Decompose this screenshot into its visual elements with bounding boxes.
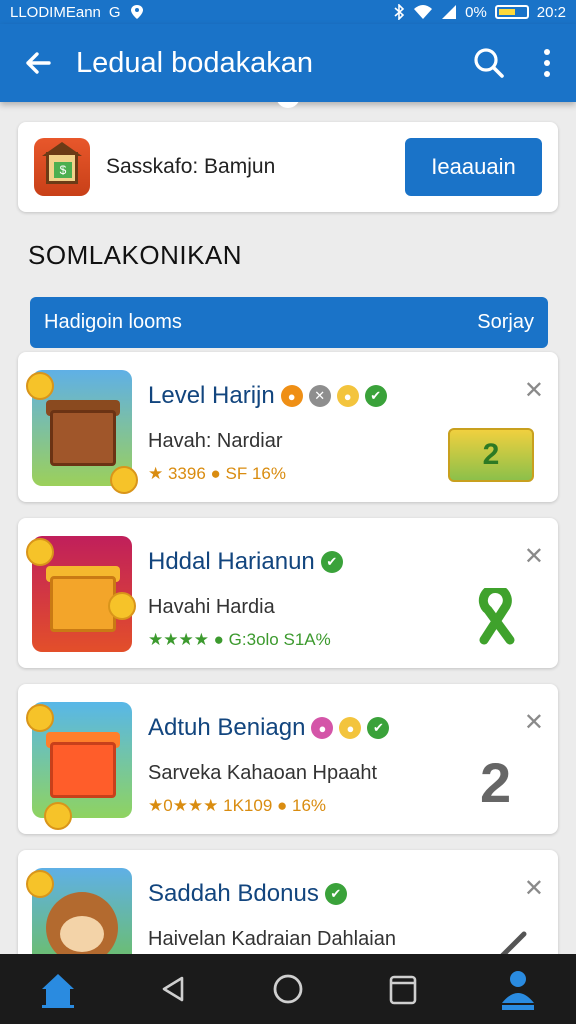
list-card[interactable]: Saddah Bdonus ✔ Haivelan Kadraian Dahlai… [18, 850, 558, 954]
location-icon [130, 5, 143, 19]
reward-ticket-icon: 2 [448, 428, 534, 482]
card-title-row: Saddah Bdonus ✔ [148, 880, 347, 908]
arrow-left-icon [26, 52, 51, 74]
close-icon[interactable]: ✕ [524, 874, 544, 903]
card-subtitle: Havah: Nardiar [148, 430, 283, 452]
list-card[interactable]: Hddal Harianun ✔ Havahi Hardia ★★★★ ● G:… [18, 518, 558, 668]
promo-label: Sasskafo: Bamjun [106, 155, 276, 178]
more-vert-icon [544, 49, 550, 77]
content-area[interactable]: $ Sasskafo: Bamjun Ieaauain SOMLAKONIKAN… [0, 102, 576, 954]
card-title: Level Harijn [148, 382, 275, 409]
profile-icon [502, 971, 535, 1010]
back-triangle-icon [162, 976, 184, 1002]
bottom-nav [0, 954, 576, 1024]
gift-box-icon [26, 536, 136, 652]
gold-badge-icon: ● [336, 385, 359, 407]
card-stats: ★★★★ ● G:3olo S1A% [148, 630, 331, 649]
filter-bar[interactable]: Hadigoin looms Sorjay [30, 297, 548, 348]
home-icon [41, 974, 74, 1008]
nav-back[interactable] [143, 959, 203, 1019]
gear-badge-icon: ✕ [308, 385, 331, 407]
coin-badge-icon: ● [280, 385, 303, 407]
card-subtitle: Sarveka Kahaoan Hpaaht [148, 762, 378, 784]
card-stats: ★ 3396 ● SF 16% [148, 464, 286, 483]
carrier-text: LLODIMEann [10, 3, 101, 21]
nav-home[interactable] [28, 959, 88, 1019]
list-card[interactable]: Adtuh Beniagn ● ● ✔ Sarveka Kahaoan Hpaa… [18, 684, 558, 834]
card-subtitle: Havahi Hardia [148, 596, 275, 618]
nav-recents[interactable] [373, 959, 433, 1019]
close-icon[interactable]: ✕ [524, 376, 544, 405]
gift-box-icon [26, 702, 132, 830]
recents-icon [389, 975, 417, 1005]
card-title-row: Adtuh Beniagn ● ● ✔ [148, 714, 390, 742]
bear-mascot-icon [26, 868, 132, 954]
treasure-chest-icon [26, 370, 138, 494]
search-button[interactable] [460, 47, 518, 79]
more-button[interactable] [518, 48, 576, 78]
bluetooth-icon [394, 4, 405, 20]
search-icon [474, 48, 504, 78]
app-bar: Ledual bodakakan [0, 24, 576, 102]
circle-home-icon [273, 974, 303, 1004]
pull-refresh-indicator [276, 102, 300, 108]
card-title: Hddal Harianun [148, 548, 315, 575]
green-loop-icon [478, 588, 515, 645]
page-title: Ledual bodakakan [76, 46, 314, 79]
check-badge-icon: ✔ [364, 385, 387, 407]
close-icon[interactable]: ✕ [524, 708, 544, 737]
card-title: Adtuh Beniagn [148, 714, 306, 741]
sort-button[interactable]: Sorjay [477, 311, 534, 334]
card-subtitle: Haivelan Kadraian Dahlaian [148, 928, 396, 950]
close-icon[interactable]: ✕ [524, 542, 544, 571]
card-stats: ★0★★★ 1K109 ● 16% [148, 796, 327, 815]
check-badge-icon: ✔ [324, 883, 347, 905]
promo-button[interactable]: Ieaauain [405, 138, 542, 196]
battery-icon [494, 5, 529, 19]
nav-profile[interactable] [488, 959, 548, 1019]
card-title: Saddah Bdonus [148, 880, 319, 907]
rank-number: 2 [480, 751, 512, 814]
wifi-icon [414, 5, 433, 19]
section-title: SOMLAKONIKAN [28, 240, 243, 270]
clock: 20:2 [536, 3, 566, 21]
check-badge-icon: ✔ [367, 717, 390, 739]
back-button[interactable] [0, 48, 76, 78]
battery-percent: 0% [465, 3, 487, 21]
list-card[interactable]: Level Harijn ● ✕ ● ✔ Havah: Nardiar ★ 33… [18, 352, 558, 502]
check-badge-icon: ✔ [320, 551, 343, 573]
pencil-icon [500, 931, 527, 954]
network-g: G [108, 3, 121, 21]
status-bar: LLODIMEann G 0% 20:2 [0, 0, 576, 24]
nav-home-circle[interactable] [258, 959, 318, 1019]
store-house-icon: $ [34, 138, 90, 196]
gold-badge-icon: ● [339, 717, 362, 739]
pink-badge-icon: ● [311, 717, 334, 739]
signal-icon [442, 5, 457, 19]
card-title-row: Hddal Harianun ✔ [148, 548, 343, 576]
card-title-row: Level Harijn ● ✕ ● ✔ [148, 382, 387, 410]
promo-card[interactable]: $ Sasskafo: Bamjun Ieaauain [18, 122, 558, 212]
filter-label: Hadigoin looms [44, 311, 182, 333]
